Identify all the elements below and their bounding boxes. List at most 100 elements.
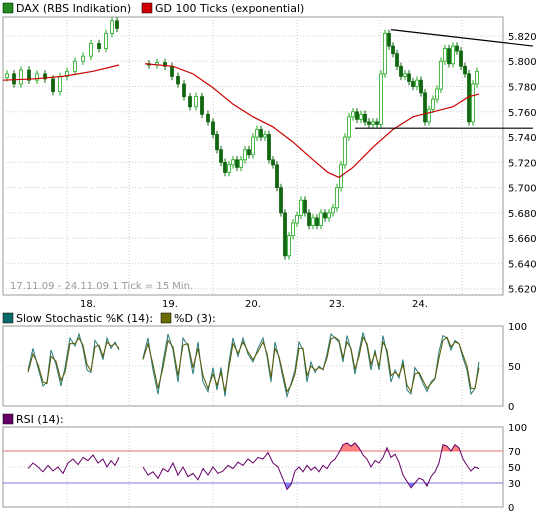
stochastic-panel: Slow Stochastic %K (14): %D (3): 100 50 0 bbox=[2, 312, 527, 413]
price-candle-body-51 bbox=[311, 217, 315, 226]
price-candle-body-22 bbox=[188, 96, 192, 108]
price-candle-body-61 bbox=[351, 111, 355, 118]
legend-label-stoch-d: %D (3): bbox=[174, 312, 216, 325]
price-candle-body-30 bbox=[227, 164, 231, 173]
price-candle-body-36 bbox=[251, 136, 255, 156]
price-candle-body-65 bbox=[367, 121, 371, 125]
price-candle-body-66 bbox=[371, 121, 375, 125]
price-candle-body-48 bbox=[299, 199, 303, 216]
price-candle-body-47 bbox=[295, 214, 299, 224]
price-candle-body-14 bbox=[110, 20, 114, 34]
price-candle-body-70 bbox=[387, 33, 391, 47]
price-candle-body-35 bbox=[247, 149, 251, 156]
chart-root: DAX (RBS Indikation) GD 100 Ticks (expon… bbox=[0, 0, 545, 516]
price-candle-body-1 bbox=[12, 73, 16, 85]
price-candle-body-10 bbox=[81, 55, 85, 62]
price-candle-body-88 bbox=[459, 50, 463, 67]
price-candle-body-63 bbox=[359, 113, 363, 120]
rsi-panel: RSI (14): 100 70 50 30 0 bbox=[2, 413, 527, 514]
price-candle-body-49 bbox=[303, 199, 307, 214]
legend-label-dax: DAX (RBS Indikation) bbox=[16, 2, 131, 15]
price-x-tick-label-4: 24. bbox=[412, 299, 428, 310]
price-candle-body-23 bbox=[194, 96, 198, 108]
price-candle-body-74 bbox=[403, 73, 407, 77]
price-candle-body-50 bbox=[307, 212, 311, 226]
p2-yticks-label-1: 50 bbox=[508, 362, 521, 373]
price-candle-body-91 bbox=[471, 83, 475, 123]
price-candle-body-67 bbox=[375, 121, 379, 125]
price-candle-body-53 bbox=[319, 212, 323, 226]
price-candle-body-15 bbox=[115, 20, 119, 29]
price-candle-body-24 bbox=[200, 96, 204, 115]
legend-swatch-stoch-d bbox=[160, 312, 172, 324]
price-y-tick-label-10: 5.620 bbox=[508, 285, 537, 296]
price-candle-body-62 bbox=[355, 111, 359, 120]
price-candle-body-9 bbox=[73, 60, 77, 72]
legend-swatch-rsi bbox=[2, 413, 14, 425]
price-y-tick-label-9: 5.640 bbox=[508, 259, 537, 270]
legend-swatch-stoch-k bbox=[2, 312, 14, 324]
price-candle-body-57 bbox=[335, 187, 339, 209]
price-candle-body-20 bbox=[176, 75, 180, 85]
p3-yticks-label-4: 0 bbox=[508, 503, 514, 514]
time-range-note: 17.11.09 - 24.11.09 1 Tick = 15 Min. bbox=[10, 281, 193, 292]
price-candle-body-29 bbox=[223, 161, 227, 173]
price-candle-body-40 bbox=[267, 134, 271, 161]
price-candle-body-26 bbox=[211, 121, 215, 135]
price-candle-body-32 bbox=[235, 159, 239, 168]
p3-yticks-label-3: 30 bbox=[508, 479, 521, 490]
price-candle-body-72 bbox=[395, 53, 399, 67]
price-candle-body-78 bbox=[419, 79, 423, 94]
price-y-tick-label-8: 5.660 bbox=[508, 234, 537, 245]
price-panel: DAX (RBS Indikation) GD 100 Ticks (expon… bbox=[2, 2, 537, 310]
price-candle-body-80 bbox=[427, 108, 431, 123]
price-candle-body-38 bbox=[259, 129, 263, 138]
price-candle-body-52 bbox=[315, 217, 319, 226]
p3-yticks-label-2: 50 bbox=[508, 463, 521, 474]
p2-yticks-label-2: 0 bbox=[508, 402, 514, 413]
legend-label-ema: GD 100 Ticks (exponential) bbox=[155, 2, 304, 15]
price-x-tick-label-2: 20. bbox=[245, 299, 261, 310]
price-candle-body-34 bbox=[243, 149, 247, 161]
price-y-tick-label-2: 5.780 bbox=[508, 83, 537, 94]
price-candle-body-54 bbox=[323, 212, 327, 219]
price-candle-body-45 bbox=[287, 235, 291, 257]
price-candle-body-13 bbox=[104, 33, 108, 49]
price-y-tick-label-1: 5.800 bbox=[508, 57, 537, 68]
price-x-tick-label-3: 23. bbox=[329, 299, 345, 310]
price-candle-body-86 bbox=[451, 45, 455, 65]
price-x-tick-label-0: 18. bbox=[80, 299, 96, 310]
price-candle-body-59 bbox=[343, 136, 347, 166]
price-candle-body-7 bbox=[58, 75, 62, 92]
price-candle-body-84 bbox=[443, 48, 447, 62]
price-candle-body-46 bbox=[291, 222, 295, 237]
price-candle-body-60 bbox=[347, 116, 351, 138]
price-candle-body-73 bbox=[399, 65, 403, 77]
price-candle-body-12 bbox=[97, 43, 101, 49]
price-candle-body-77 bbox=[415, 79, 419, 87]
price-candle-body-71 bbox=[391, 45, 395, 55]
price-candle-body-2 bbox=[19, 69, 23, 85]
legend-swatch-ema bbox=[141, 2, 153, 14]
price-candle-body-43 bbox=[279, 187, 283, 214]
price-candle-body-44 bbox=[283, 212, 287, 257]
p2-yticks-label-0: 100 bbox=[508, 322, 527, 333]
price-candle-body-21 bbox=[182, 83, 186, 98]
price-candle-body-11 bbox=[89, 43, 93, 57]
price-candle-body-87 bbox=[455, 45, 459, 52]
price-candle-body-79 bbox=[423, 92, 427, 123]
price-y-tick-label-6: 5.700 bbox=[508, 184, 537, 195]
price-candle-body-25 bbox=[206, 113, 210, 123]
price-candle-body-82 bbox=[435, 88, 439, 100]
price-candle-body-55 bbox=[327, 212, 331, 219]
price-candle-body-0 bbox=[5, 73, 9, 79]
price-y-tick-label-7: 5.680 bbox=[508, 209, 537, 220]
price-y-tick-label-4: 5.740 bbox=[508, 133, 537, 144]
price-candle-body-64 bbox=[363, 113, 367, 123]
price-candle-body-69 bbox=[383, 33, 387, 75]
price-candle-body-76 bbox=[411, 81, 415, 87]
price-candle-body-39 bbox=[263, 134, 267, 138]
price-candle-body-19 bbox=[170, 65, 174, 77]
price-candle-body-68 bbox=[379, 73, 383, 125]
legend-label-rsi: RSI (14): bbox=[16, 413, 64, 426]
